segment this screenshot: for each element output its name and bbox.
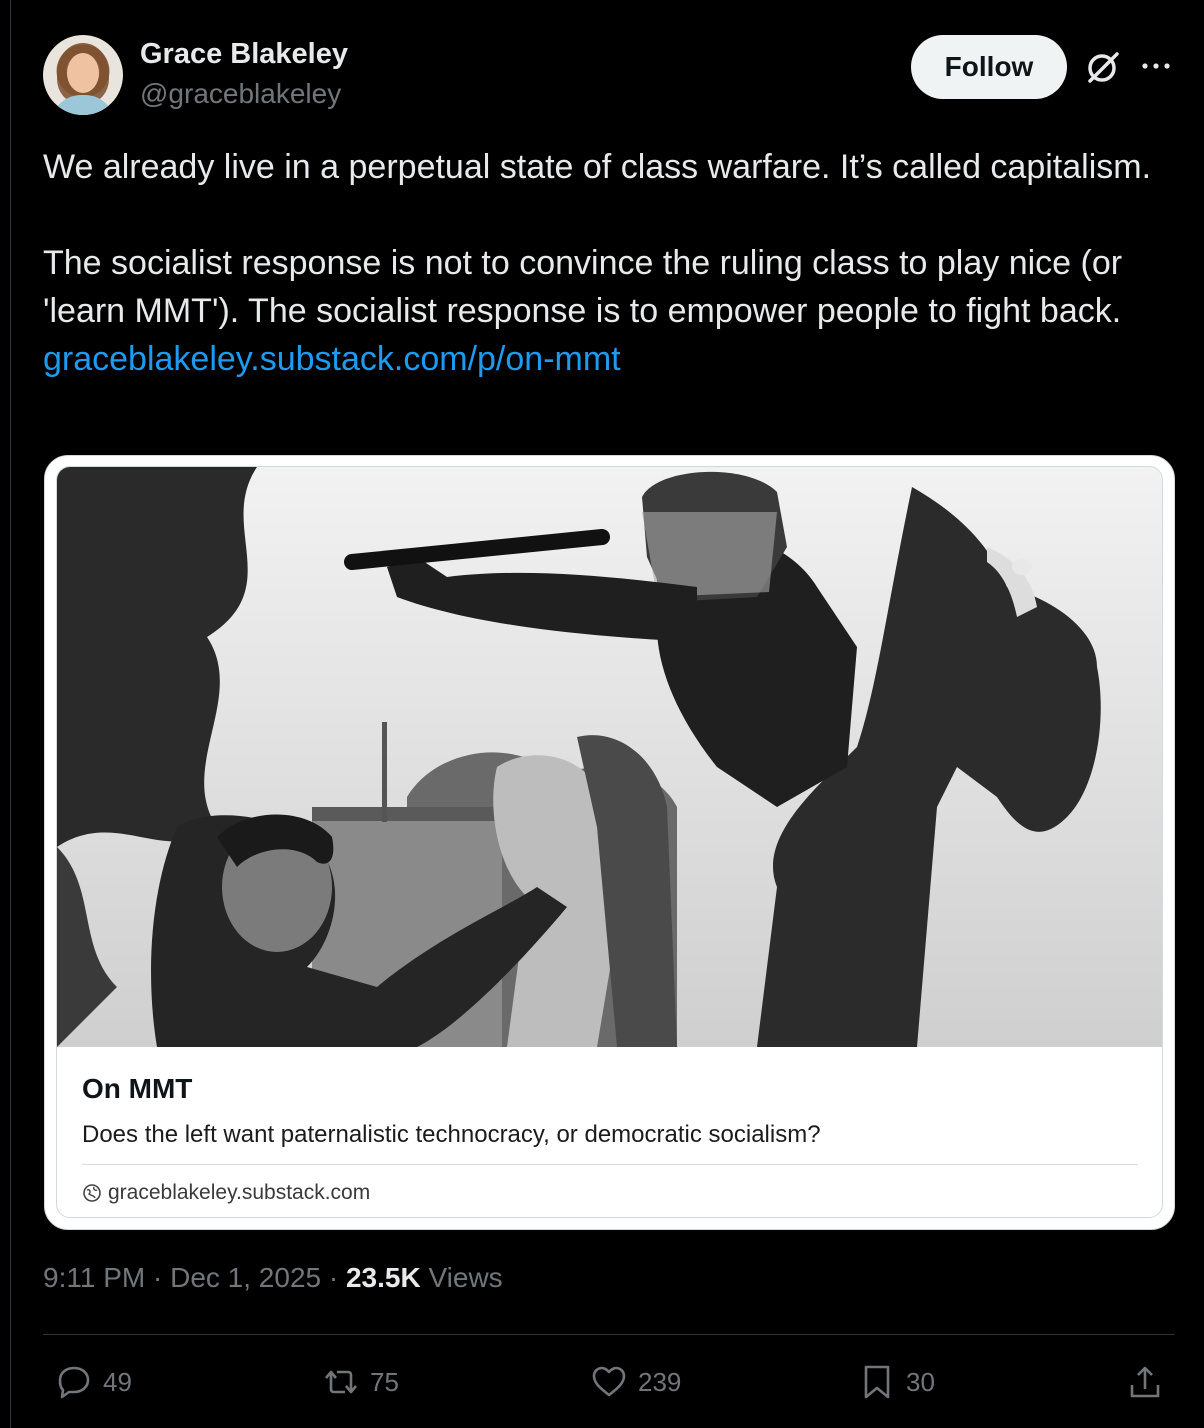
reply-button[interactable]: 49 [55,1362,132,1402]
author-name[interactable]: Grace Blakeley [140,38,348,71]
tweet-text: We already live in a perpetual state of … [43,143,1173,383]
tweet-link[interactable]: graceblakeley.substack.com/p/on-mmt [43,340,621,378]
share-icon [1130,1366,1160,1398]
author-handle[interactable]: @graceblakeley [140,78,341,110]
meta-separator: · [328,1262,339,1293]
like-count: 239 [638,1366,682,1397]
link-card[interactable]: On MMT Does the left want paternalistic … [44,455,1175,1230]
card-image-illustration [57,467,1162,1047]
views-label: Views [428,1262,503,1293]
bookmark-button[interactable]: 30 [858,1362,935,1402]
meta-divider [43,1334,1175,1335]
grok-icon[interactable] [1084,48,1122,86]
card-image[interactable] [57,467,1162,1047]
left-border [10,0,11,1428]
card-divider [82,1164,1138,1165]
share-button[interactable] [1126,1362,1164,1402]
follow-button[interactable]: Follow [911,35,1067,99]
repost-button[interactable]: 75 [322,1362,399,1402]
tweet-meta: 9:11 PM · Dec 1, 2025 · 23.5K Views [43,1262,503,1294]
card-title[interactable]: On MMT [82,1073,192,1105]
globe-icon [83,1184,101,1202]
more-icon[interactable] [1140,56,1172,76]
reply-icon [58,1366,90,1399]
avatar[interactable] [43,35,123,115]
like-button[interactable]: 239 [590,1362,681,1402]
meta-separator: · [152,1262,163,1293]
link-card-inner[interactable]: On MMT Does the left want paternalistic … [56,466,1163,1218]
tweet-time[interactable]: 9:11 PM [43,1262,145,1293]
bookmark-icon [864,1365,890,1399]
like-icon [592,1366,626,1397]
tweet-paragraph-1: We already live in a perpetual state of … [43,148,1152,186]
repost-count: 75 [370,1366,399,1397]
bookmark-count: 30 [906,1366,935,1397]
tweet-paragraph-2: The socialist response is not to convinc… [43,244,1123,330]
card-domain-text[interactable]: graceblakeley.substack.com [108,1181,370,1205]
card-domain[interactable]: graceblakeley.substack.com [82,1181,370,1205]
card-description: Does the left want paternalistic technoc… [82,1121,821,1148]
tweet-date[interactable]: Dec 1, 2025 [170,1262,321,1293]
reply-count: 49 [103,1366,132,1397]
views-count: 23.5K [345,1262,421,1293]
repost-icon [325,1370,357,1394]
